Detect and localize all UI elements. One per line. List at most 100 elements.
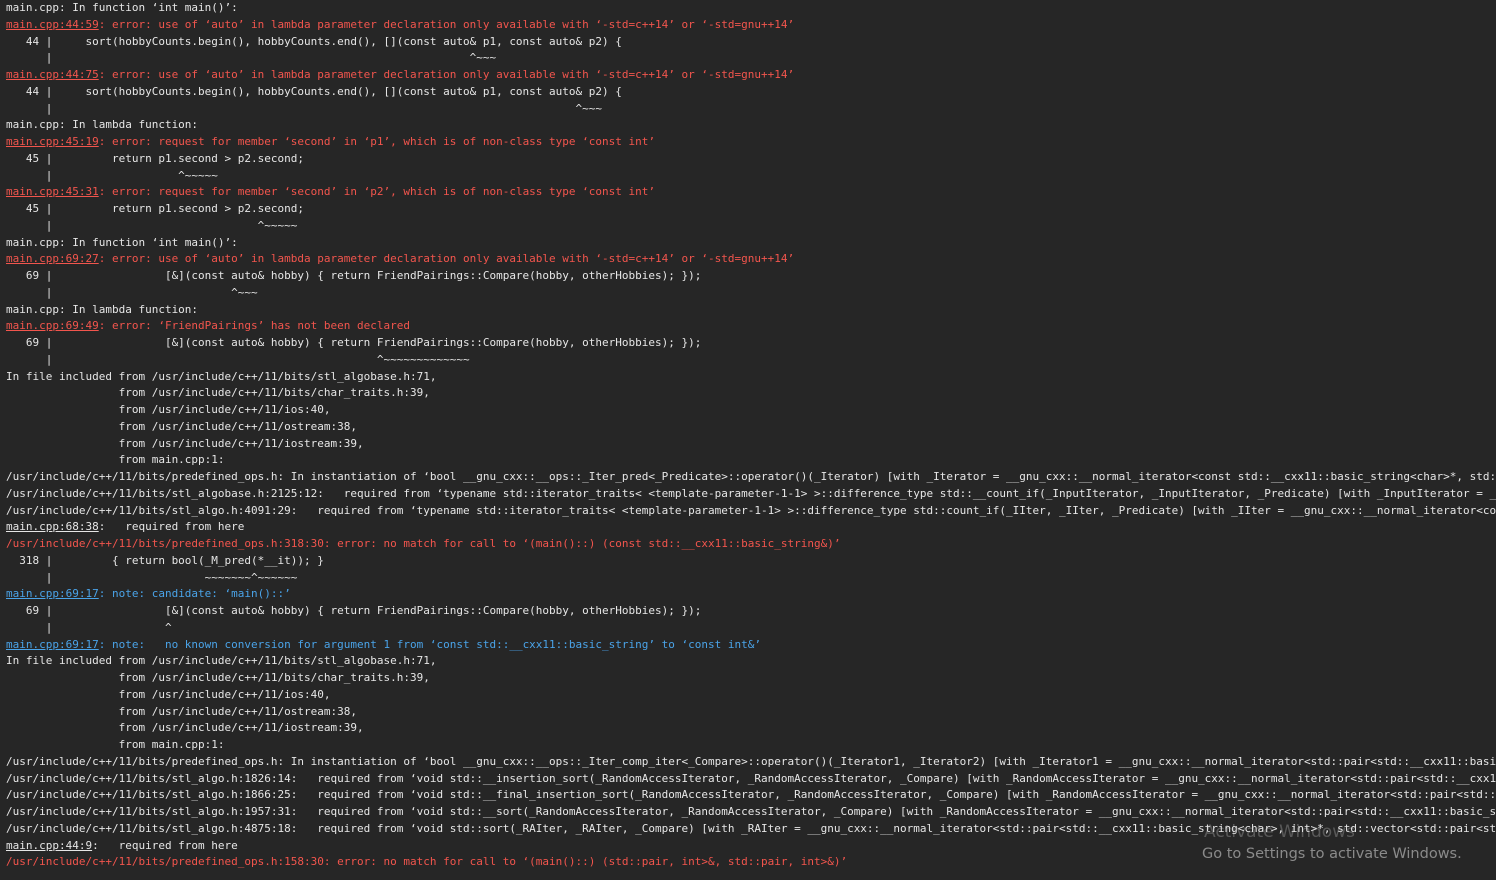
watermark-title: Activate Windows [1204, 822, 1355, 842]
watermark-subtitle: Go to Settings to activate Windows. [1202, 846, 1462, 862]
line-text: /usr/include/c++/11/bits/stl_algo.h:1957… [6, 805, 1496, 818]
terminal-line: main.cpp: In lambda function: [0, 302, 1496, 319]
line-text: from main.cpp:1: [6, 738, 225, 751]
terminal-line: /usr/include/c++/11/bits/stl_algo.h:1957… [0, 804, 1496, 821]
terminal-line: /usr/include/c++/11/bits/stl_algo.h:4091… [0, 503, 1496, 520]
terminal-line: 69 | [&](const auto& hobby) { return Fri… [0, 603, 1496, 620]
terminal-line: /usr/include/c++/11/bits/predefined_ops.… [0, 536, 1496, 553]
source-location-link[interactable]: main.cpp:69:49 [6, 319, 99, 332]
line-text: from /usr/include/c++/11/bits/char_trait… [6, 386, 430, 400]
source-location-link[interactable]: main.cpp:69:27 [6, 252, 99, 265]
source-location-link[interactable]: main.cpp:45:31 [6, 185, 99, 198]
error-message: : error: request for member ‘second’ in … [98, 135, 656, 148]
error-message: : error: request for member ‘second’ in … [98, 185, 656, 199]
line-text: from /usr/include/c++/11/ostream:38, [6, 419, 357, 433]
terminal-line: from /usr/include/c++/11/ostream:38, [0, 419, 1496, 436]
line-text: 44 | sort(hobbyCounts.begin(), hobbyCoun… [6, 34, 622, 48]
terminal-line: from /usr/include/c++/11/ostream:38, [0, 704, 1496, 721]
line-text: | ^~~~~~ [6, 218, 298, 232]
terminal-line: from /usr/include/c++/11/iostream:39, [0, 720, 1496, 737]
source-location-link[interactable]: main.cpp:69:17 [6, 587, 99, 600]
terminal-line: 69 | [&](const auto& hobby) { return Fri… [0, 268, 1496, 285]
terminal-line: main.cpp:45:31: error: request for membe… [0, 184, 1496, 201]
line-text: | ^ [6, 620, 172, 634]
line-text: /usr/include/c++/11/bits/stl_algobase.h:… [6, 486, 1496, 500]
terminal-line: /usr/include/c++/11/bits/stl_algobase.h:… [0, 486, 1496, 503]
line-text: from /usr/include/c++/11/iostream:39, [6, 436, 364, 450]
error-message: : error: use of ‘auto’ in lambda paramet… [98, 17, 795, 31]
terminal-line: 44 | sort(hobbyCounts.begin(), hobbyCoun… [0, 34, 1496, 51]
terminal-output[interactable]: main.cpp: In function ‘int main()’: main.… [0, 0, 1496, 880]
line-text: /usr/include/c++/11/bits/predefined_ops.… [6, 470, 1496, 483]
terminal-line: main.cpp:69:27: error: use of ‘auto’ in … [0, 251, 1496, 268]
activate-windows-watermark: Activate Windows Go to Settings to activ… [1202, 822, 1462, 862]
terminal-line: main.cpp: In function ‘int main()’: [0, 0, 1496, 17]
line-text: /usr/include/c++/11/bits/predefined_ops.… [6, 754, 1496, 768]
terminal-line: | ^~~~ [0, 101, 1496, 118]
note-message: : note: no known conversion for argument… [98, 637, 761, 651]
terminal-line: 44 | sort(hobbyCounts.begin(), hobbyCoun… [0, 84, 1496, 101]
source-location-link[interactable]: main.cpp:45:19 [6, 135, 99, 148]
terminal-line: 45 | return p1.second > p2.second; [0, 201, 1496, 218]
terminal-line: from /usr/include/c++/11/ios:40, [0, 402, 1496, 419]
terminal-line: | ^~~~~~ [0, 168, 1496, 185]
line-text: /usr/include/c++/11/bits/stl_algo.h:1826… [6, 771, 1496, 785]
line-text: 69 | [&](const auto& hobby) { return Fri… [6, 604, 702, 617]
terminal-line: main.cpp:68:38: required from here [0, 519, 1496, 536]
line-text: 44 | sort(hobbyCounts.begin(), hobbyCoun… [6, 84, 622, 98]
line-text: main.cpp: In function ‘int main()’: [6, 235, 238, 249]
line-text: /usr/include/c++/11/bits/stl_algo.h:4091… [6, 503, 1496, 517]
terminal-line: /usr/include/c++/11/bits/predefined_ops.… [0, 469, 1496, 486]
line-text: main.cpp: In function ‘int main()’: [6, 1, 238, 14]
terminal-line: from /usr/include/c++/11/bits/char_trait… [0, 670, 1496, 687]
terminal-line: from main.cpp:1: [0, 452, 1496, 469]
terminal-line: main.cpp: In lambda function: [0, 117, 1496, 134]
terminal-line: | ^~~~~~ [0, 218, 1496, 235]
line-text: | ^~~~~~ [6, 168, 218, 182]
line-text: In file included from /usr/include/c++/1… [6, 369, 437, 383]
error-text: /usr/include/c++/11/bits/predefined_ops.… [6, 537, 841, 550]
source-location-link[interactable]: main.cpp:44:59 [6, 18, 99, 31]
terminal-line: main.cpp: In function ‘int main()’: [0, 235, 1496, 252]
source-location-link[interactable]: main.cpp:44:9 [6, 839, 92, 852]
line-text: main.cpp: In lambda function: [6, 118, 199, 132]
line-text: : required from here [98, 520, 245, 534]
terminal-line: | ^~~~ [0, 50, 1496, 67]
note-message: : note: candidate: ‘main()::’ [98, 587, 291, 601]
terminal-line: main.cpp:45:19: error: request for membe… [0, 134, 1496, 151]
terminal-line: /usr/include/c++/11/bits/stl_algo.h:1826… [0, 771, 1496, 788]
terminal-line: main.cpp:44:59: error: use of ‘auto’ in … [0, 17, 1496, 34]
error-message: : error: use of ‘auto’ in lambda paramet… [98, 252, 795, 266]
terminal-line: main.cpp:69:17: note: no known conversio… [0, 637, 1496, 654]
terminal-line: 69 | [&](const auto& hobby) { return Fri… [0, 335, 1496, 352]
terminal-line: In file included from /usr/include/c++/1… [0, 369, 1496, 386]
terminal-line: 318 | { return bool(_M_pred(*__it)); } [0, 553, 1496, 570]
terminal-line: from main.cpp:1: [0, 737, 1496, 754]
terminal-line: | ^~~~~~~~~~~~~~ [0, 352, 1496, 369]
source-location-link[interactable]: main.cpp:69:17 [6, 638, 99, 651]
line-text: 45 | return p1.second > p2.second; [6, 202, 305, 215]
line-text: from /usr/include/c++/11/ios:40, [6, 687, 331, 701]
source-location-link[interactable]: main.cpp:68:38 [6, 520, 99, 533]
line-text: 45 | return p1.second > p2.second; [6, 151, 305, 165]
line-text: | ^~~~ [6, 51, 497, 65]
line-text: from main.cpp:1: [6, 453, 225, 467]
terminal-line: main.cpp:44:75: error: use of ‘auto’ in … [0, 67, 1496, 84]
source-location-link[interactable]: main.cpp:44:75 [6, 68, 99, 81]
terminal-line: main.cpp:69:17: note: candidate: ‘main()… [0, 586, 1496, 603]
terminal-line: | ~~~~~~~^~~~~~~ [0, 570, 1496, 587]
terminal-line: | ^ [0, 620, 1496, 637]
line-text: /usr/include/c++/11/bits/stl_algo.h:1866… [6, 788, 1496, 802]
line-text: main.cpp: In lambda function: [6, 302, 199, 316]
line-text: : required from here [92, 838, 238, 852]
line-text: | ^~~~ [6, 285, 258, 299]
terminal-line: 45 | return p1.second > p2.second; [0, 151, 1496, 168]
line-text: | ^~~~~~~~~~~~~~ [6, 352, 470, 366]
error-message: : error: ‘FriendPairings’ has not been d… [98, 319, 410, 333]
terminal-line: In file included from /usr/include/c++/1… [0, 653, 1496, 670]
error-message: : error: use of ‘auto’ in lambda paramet… [98, 68, 795, 81]
error-text: /usr/include/c++/11/bits/predefined_ops.… [6, 855, 848, 869]
terminal-line: /usr/include/c++/11/bits/stl_algo.h:1866… [0, 787, 1496, 804]
terminal-line: main.cpp:69:49: error: ‘FriendPairings’ … [0, 318, 1496, 335]
line-text: In file included from /usr/include/c++/1… [6, 654, 437, 668]
